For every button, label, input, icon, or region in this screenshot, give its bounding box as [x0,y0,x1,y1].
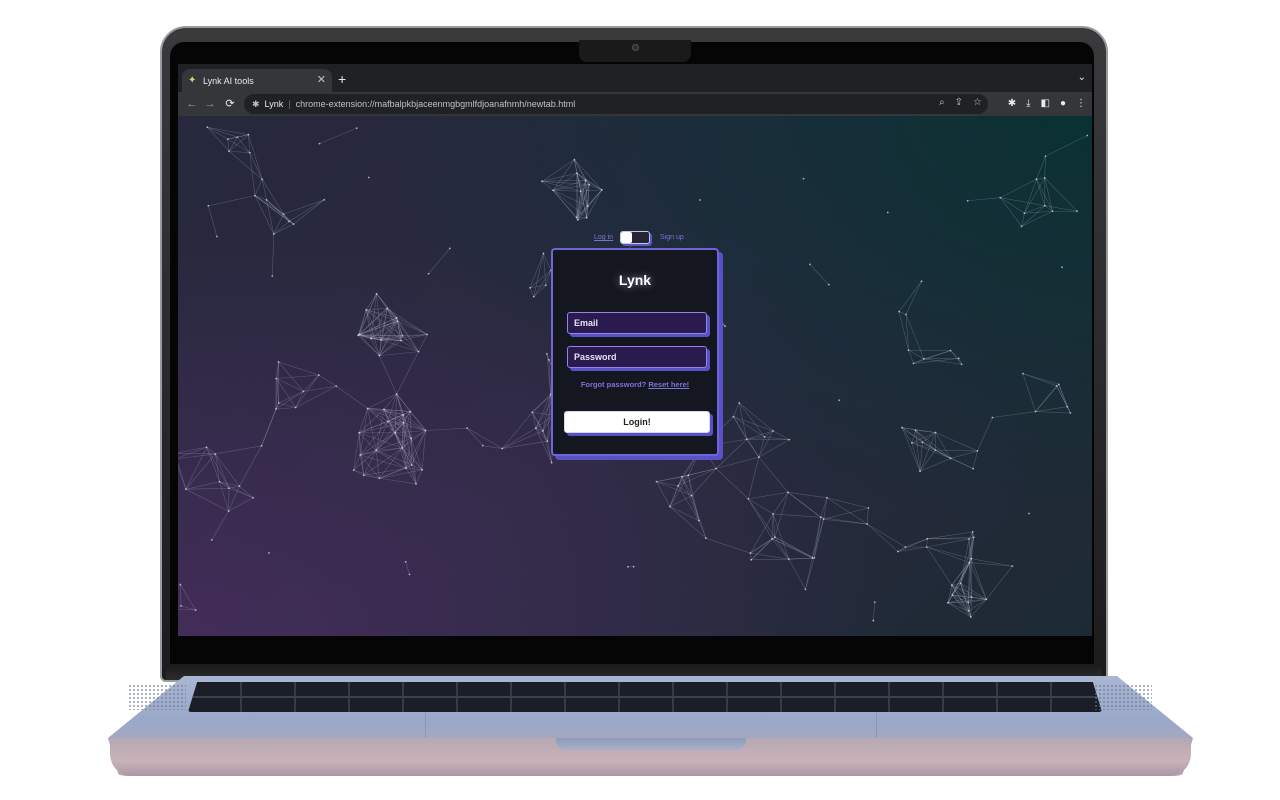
tab-search-chevron-icon[interactable]: ⌄ [1078,72,1086,83]
bookmark-star-icon[interactable]: ☆ [973,97,982,108]
profile-icon[interactable]: ● [1060,96,1066,112]
zoom-icon[interactable]: ⌕ [939,97,945,108]
password-field[interactable] [567,346,707,368]
url-text[interactable]: chrome-extension://mafbalpkbjaceenmgbgml… [296,99,576,109]
browser-window: ✦ Lynk AI tools ✕ + ⌄ ← → ⟳ ✱ Lynk | chr… [178,64,1092,636]
url-separator: | [288,99,291,109]
extensions-icon[interactable]: ✱ [1008,96,1016,112]
browser-toolbar: ← → ⟳ ✱ Lynk | chrome-extension://mafbal… [178,92,1092,116]
auth-mode-toggle: Log in Sign up [592,231,692,247]
login-button[interactable]: Login! [564,411,710,433]
toolbar-right-icons: ✱ ⤓ ◧ ● ⋮ [1008,96,1086,112]
auth-toggle-switch[interactable] [620,231,650,244]
reset-password-link[interactable]: Reset here! [648,380,689,389]
forgot-password-text: Forgot password? [580,380,647,389]
new-tab-button[interactable]: + [338,71,346,87]
close-icon[interactable]: ✕ [317,75,326,86]
tab-strip: ✦ Lynk AI tools ✕ + ⌄ [178,64,1092,92]
card-title: Lynk [618,272,652,288]
reload-icon[interactable]: ⟳ [222,96,238,112]
keyboard [188,682,1102,712]
tab-lynk[interactable]: ✦ Lynk AI tools ✕ [182,69,332,92]
speaker-grille-right [1094,684,1152,710]
login-toggle-label[interactable]: Log in [594,234,613,241]
lynk-favicon-icon: ✦ [188,75,197,86]
forgot-password-row: Forgot password? Reset here! [553,380,717,389]
speaker-grille-left [128,684,186,710]
share-icon[interactable]: ⇪ [955,97,963,108]
menu-icon[interactable]: ⋮ [1076,96,1086,112]
email-field[interactable] [567,312,707,334]
back-arrow-icon[interactable]: ← [184,96,200,112]
tab-title: Lynk AI tools [203,75,254,86]
address-bar-actions: ⌕ ⇪ ☆ [939,97,982,108]
downloads-icon[interactable]: ⤓ [1026,96,1030,112]
address-bar[interactable]: ✱ Lynk | chrome-extension://mafbalpkbjac… [244,94,988,114]
login-card: Lynk Forgot password? Reset here! Login! [551,248,719,456]
page-viewport: Log in Sign up Lynk Forgot password? Res… [178,116,1092,636]
extension-name: Lynk [264,99,284,109]
webcam-icon [632,44,639,51]
signup-toggle-label[interactable]: Sign up [660,234,684,241]
puzzle-icon: ✱ [252,98,260,109]
trackpad [425,712,877,738]
lid-opening-notch [556,738,746,750]
forward-arrow-icon[interactable]: → [202,96,218,112]
toggle-knob [621,232,632,243]
side-panel-icon[interactable]: ◧ [1041,96,1050,112]
